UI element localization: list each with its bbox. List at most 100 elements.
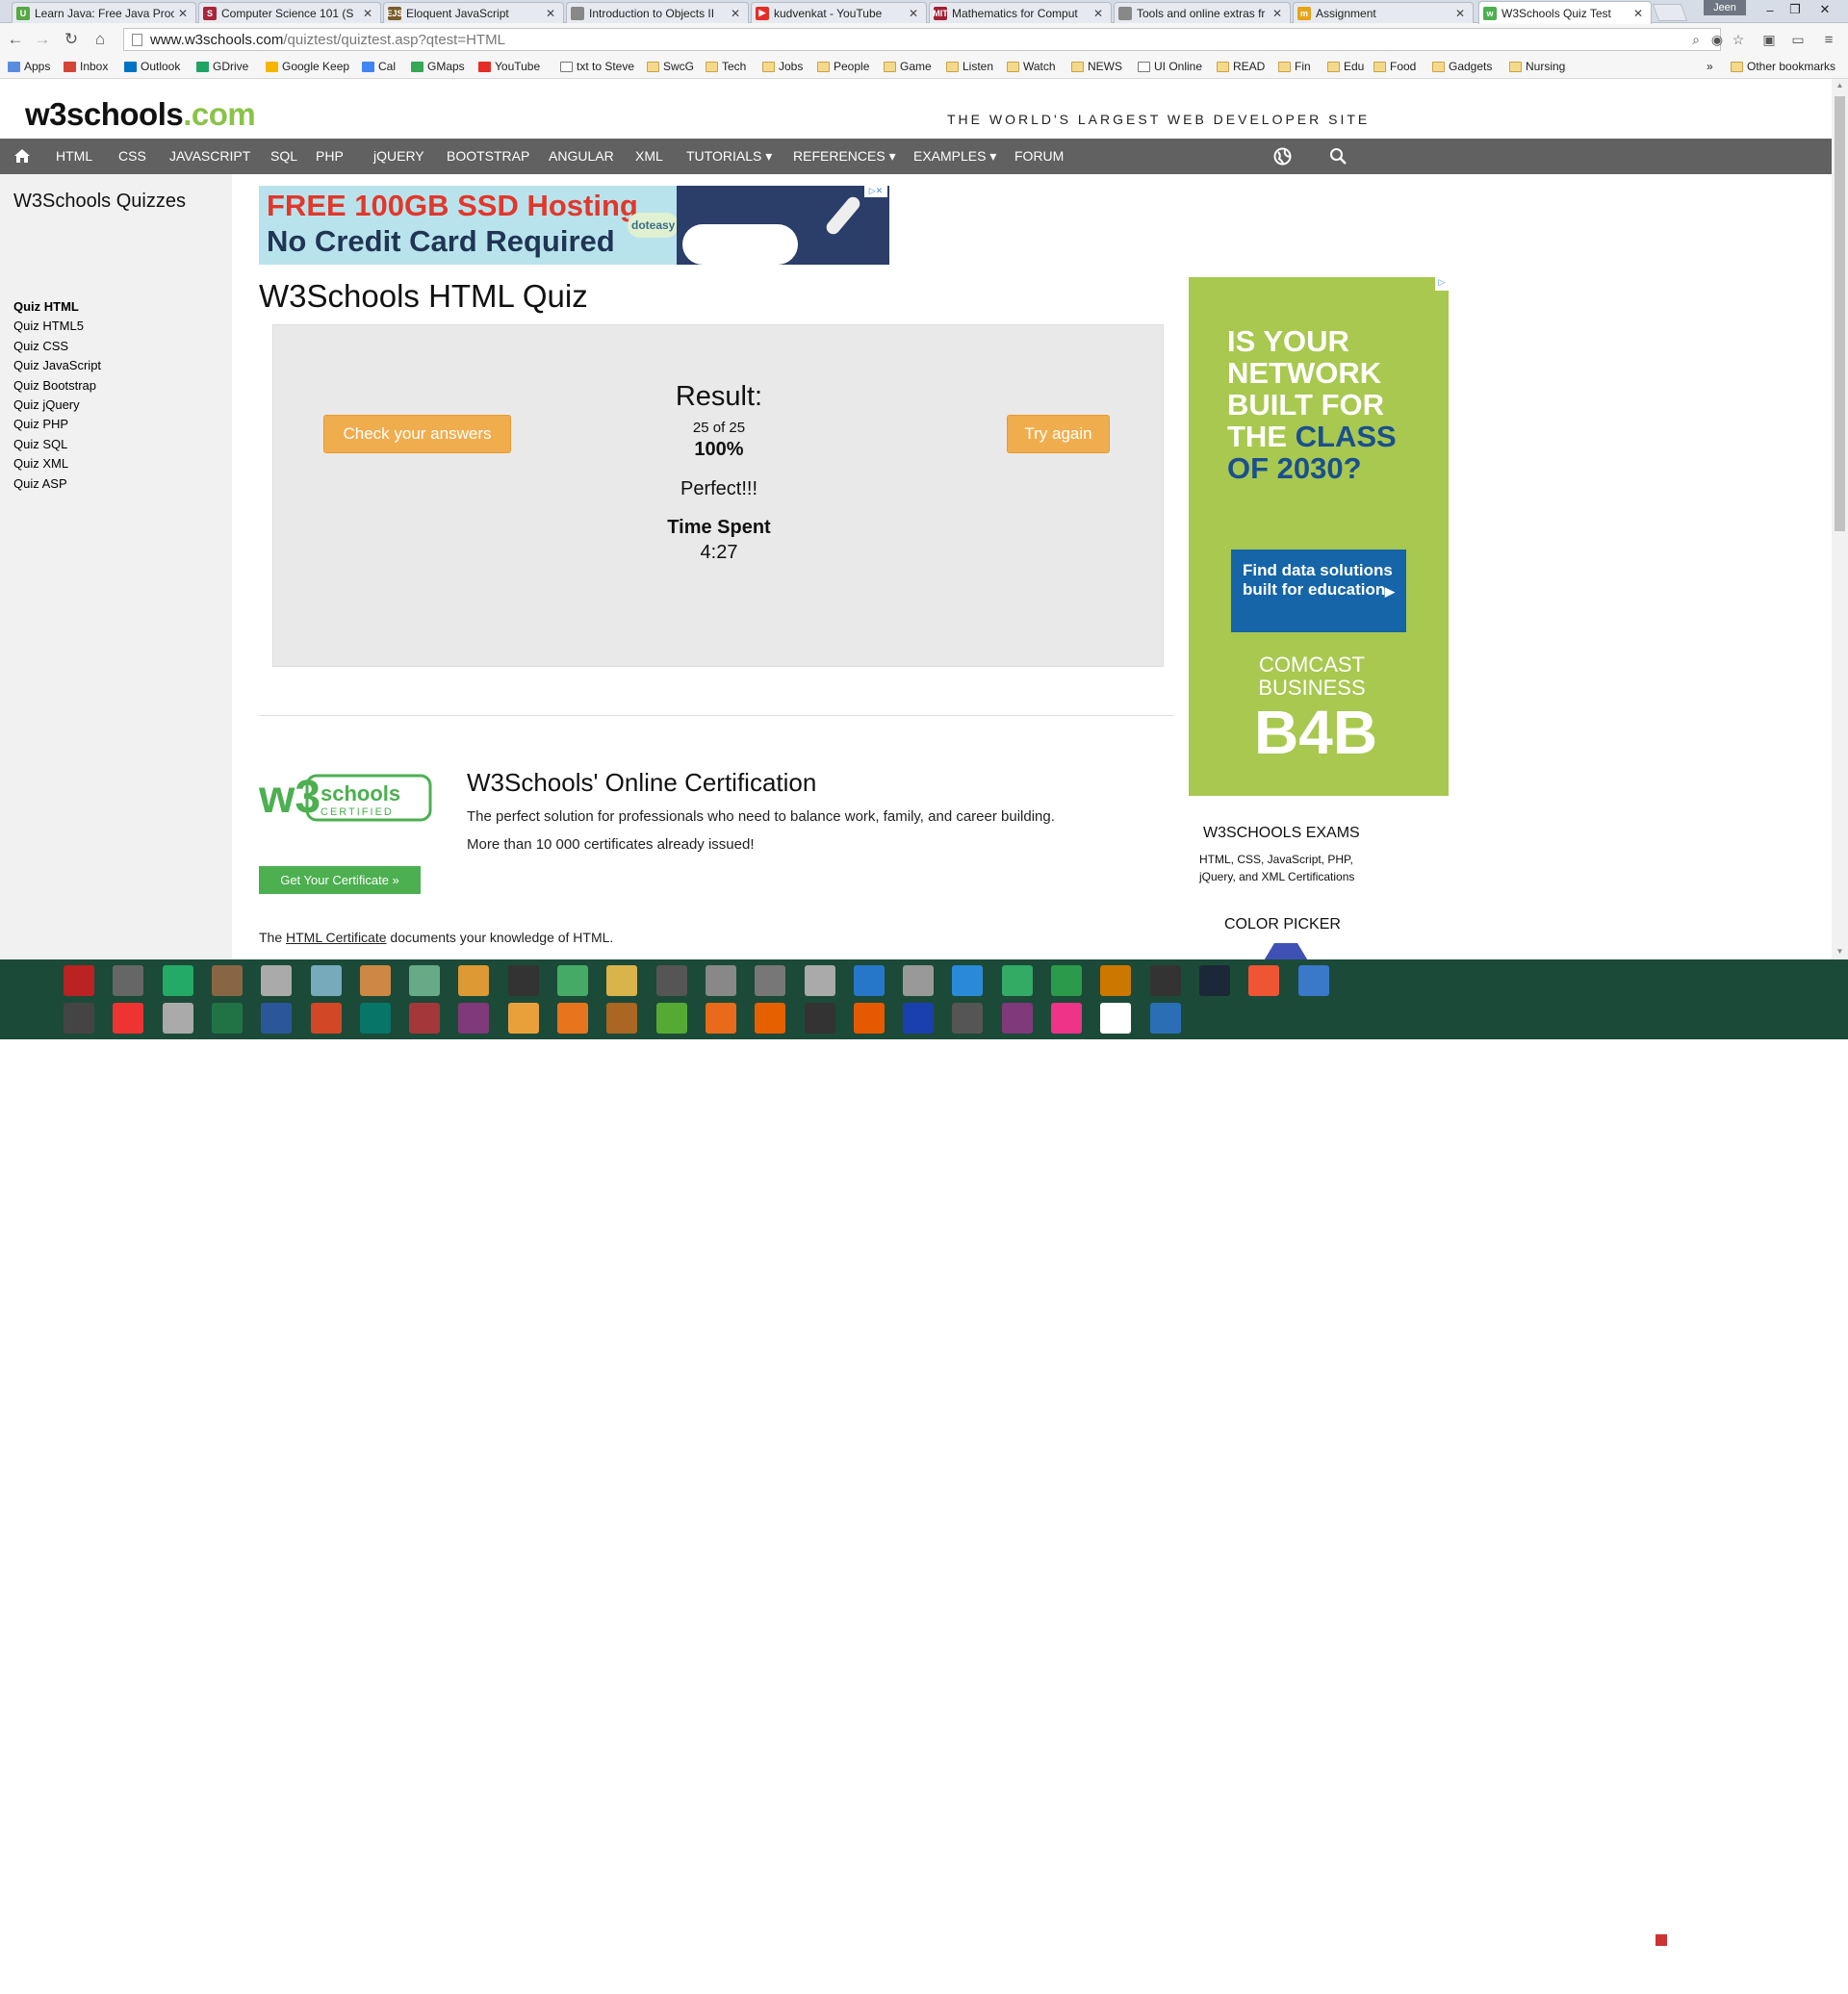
bookmark-food[interactable]: Food [1373, 60, 1416, 73]
firefox-icon[interactable] [755, 1003, 786, 1034]
file-explorer-icon[interactable] [606, 965, 638, 996]
network-icon[interactable] [1675, 1934, 1688, 1946]
sidebar-item-quiz-php[interactable]: Quiz PHP [13, 417, 68, 431]
bookmark-news[interactable]: NEWS [1071, 60, 1122, 73]
tray-app-icon[interactable] [1656, 1934, 1667, 1946]
eac-icon[interactable] [64, 1003, 94, 1034]
try-again-button[interactable]: Try again [1007, 415, 1110, 453]
hosting-ad-banner[interactable]: FREE 100GB SSD Hosting No Credit Card Re… [259, 186, 889, 265]
globe-app-icon[interactable] [507, 1003, 539, 1034]
recycle-icon[interactable] [755, 965, 786, 996]
book-icon[interactable] [853, 965, 885, 996]
bookmark-outlook[interactable]: Outlook [124, 60, 180, 73]
extension-icon[interactable]: ▣ [1759, 29, 1779, 50]
calc-sheet-icon[interactable] [162, 965, 193, 996]
nav-sql[interactable]: SQL [270, 148, 297, 164]
tray-up-arrow-icon[interactable]: ▲ [1637, 1936, 1646, 1946]
nav-references[interactable]: REFERENCES ▾ [793, 148, 896, 165]
bookmarks-overflow-icon[interactable]: » [1707, 60, 1713, 73]
scroll-down-icon[interactable]: ▼ [1835, 947, 1845, 956]
chart-app-icon[interactable] [655, 1003, 687, 1034]
network-app-icon[interactable] [1001, 965, 1033, 996]
reload-icon[interactable]: ↻ [60, 29, 83, 50]
bookmark-swcg[interactable]: SwcG [647, 60, 694, 73]
access-icon[interactable] [409, 1003, 441, 1034]
steam-icon[interactable] [1198, 965, 1230, 996]
arrows-icon[interactable] [1051, 965, 1082, 996]
checkmark-icon[interactable] [458, 965, 490, 996]
site-logo[interactable]: w3schools.com [25, 96, 256, 133]
notification-icon[interactable]: ⊗ [1686, 1961, 1697, 1977]
sidebar-item-quiz-html5[interactable]: Quiz HTML5 [13, 319, 84, 333]
tab-close-icon[interactable]: ✕ [731, 7, 742, 20]
window-icon[interactable] [162, 1003, 193, 1034]
profile-button[interactable]: Jeen [1704, 0, 1746, 15]
bookmark-gmaps[interactable]: GMaps [411, 60, 465, 73]
movie-icon[interactable] [952, 1003, 984, 1034]
comcast-ad-banner[interactable]: IS YOUR NETWORK BUILT FOR THE CLASS OF 2… [1189, 277, 1449, 796]
tab-7[interactable]: Tools and online extras fr ✕ [1114, 2, 1291, 23]
zoom-icon[interactable]: ⌕ [1686, 29, 1706, 50]
html-certificate-link[interactable]: HTML Certificate [286, 930, 387, 945]
address-bar[interactable]: www.w3schools.com/quiztest/quiztest.asp?… [123, 28, 1721, 51]
bookmark-read[interactable]: READ [1217, 60, 1265, 73]
nav-css[interactable]: CSS [118, 148, 146, 164]
onenote2-icon[interactable] [1001, 1003, 1033, 1034]
bookmark-cal[interactable]: Cal [362, 60, 396, 73]
windows-start-icon[interactable] [10, 1946, 38, 1975]
bookmark-apps[interactable]: Apps [8, 60, 50, 73]
exams-text[interactable]: HTML, CSS, JavaScript, PHP, jQuery, and … [1199, 851, 1392, 885]
monkey-icon[interactable] [606, 1003, 638, 1034]
get-certificate-button[interactable]: Get Your Certificate » [259, 866, 421, 894]
media-icon[interactable] [1051, 1003, 1082, 1034]
sidebar-item-quiz-css[interactable]: Quiz CSS [13, 339, 68, 353]
ad-cta-box[interactable]: Find data solutions built for education ▶ [1231, 550, 1406, 632]
close-window-icon[interactable]: ✕ [1808, 0, 1842, 19]
fox-icon[interactable] [507, 965, 539, 996]
nav-javascript[interactable]: JAVASCRIPT [169, 148, 250, 164]
sidebar-item-quiz-javascript[interactable]: Quiz JavaScript [13, 358, 101, 372]
bookmark-inbox[interactable]: Inbox [64, 60, 108, 73]
bookmark-google-keep[interactable]: Google Keep [266, 60, 349, 73]
bookmark-youtube[interactable]: YouTube [478, 60, 540, 73]
tab-6[interactable]: MIT Mathematics for Comput ✕ [929, 2, 1112, 23]
other-bookmarks[interactable]: Other bookmarks [1731, 60, 1835, 73]
star-icon[interactable]: ☆ [1729, 29, 1748, 50]
terminal-icon[interactable] [1149, 1003, 1181, 1034]
home-nav-icon[interactable] [13, 147, 31, 165]
bookmark-people[interactable]: People [817, 60, 869, 73]
tab-5[interactable]: ▶ kudvenkat - YouTube ✕ [751, 2, 927, 23]
onenote-icon[interactable] [458, 1003, 490, 1034]
nav-examples[interactable]: EXAMPLES ▾ [913, 148, 996, 165]
tab-close-icon[interactable]: ✕ [1093, 7, 1105, 20]
menu-icon[interactable]: ≡ [1819, 29, 1838, 50]
tab-close-icon[interactable]: ✕ [1272, 7, 1284, 20]
color-wheel-icon[interactable] [1263, 943, 1309, 959]
sidebar-item-quiz-html[interactable]: Quiz HTML [13, 299, 79, 314]
sidebar-item-quiz-sql[interactable]: Quiz SQL [13, 437, 67, 451]
circle-app-icon[interactable] [1248, 965, 1280, 996]
globe-icon[interactable] [1273, 147, 1292, 166]
bookmark-gdrive[interactable]: GDrive [196, 60, 248, 73]
tab-1[interactable]: U Learn Java: Free Java Proc ✕ [12, 2, 196, 23]
tab-2[interactable]: S Computer Science 101 (S ✕ [198, 2, 381, 23]
new-tab-button[interactable] [1652, 4, 1688, 21]
tower-icon[interactable] [705, 965, 736, 996]
scrollbar-thumb[interactable] [1835, 96, 1845, 531]
check-answers-button[interactable]: Check your answers [323, 415, 511, 453]
scroll-up-icon[interactable]: ▲ [1835, 81, 1845, 89]
sidebar-item-quiz-bootstrap[interactable]: Quiz Bootstrap [13, 378, 96, 393]
forward-icon[interactable]: → [31, 29, 54, 50]
sidebar-item-quiz-asp[interactable]: Quiz ASP [13, 476, 67, 491]
ad-choices-icon[interactable]: ▷✕ [864, 186, 887, 197]
tab-close-icon[interactable]: ✕ [1633, 7, 1645, 20]
action-center-icon[interactable]: ▤ [1713, 1961, 1725, 1977]
bookmark-listen[interactable]: Listen [946, 60, 993, 73]
settings-app-icon[interactable] [705, 1003, 736, 1034]
clock-time[interactable]: 10:51 PM [1769, 1936, 1846, 1948]
search-icon[interactable] [1329, 147, 1348, 166]
powerpoint-icon[interactable] [310, 1003, 342, 1034]
excel-icon[interactable] [211, 1003, 243, 1034]
word-icon[interactable] [261, 1003, 293, 1034]
minimize-icon[interactable]: – [1758, 0, 1783, 19]
